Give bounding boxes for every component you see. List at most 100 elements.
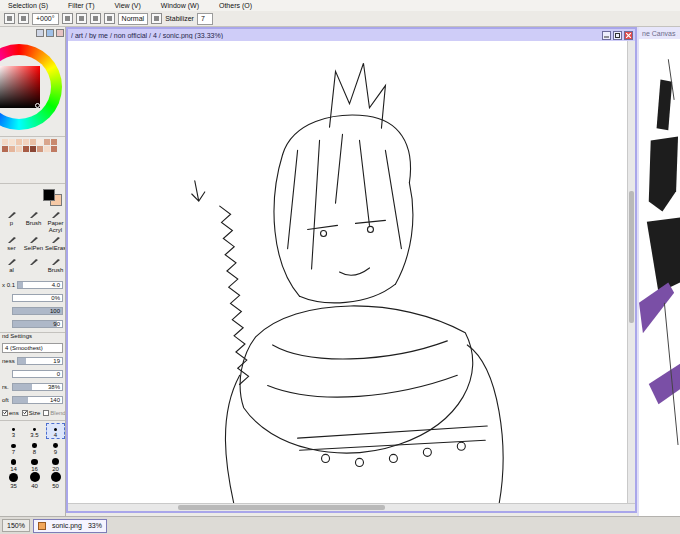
canvas[interactable] — [68, 41, 627, 503]
brush-size[interactable]: 4 — [46, 423, 65, 439]
wheel-tab-icon[interactable] — [36, 29, 44, 37]
swatch[interactable] — [30, 146, 36, 152]
foreground-color[interactable] — [43, 189, 55, 201]
brush-dot — [52, 458, 59, 465]
blend-mode-dropdown[interactable]: Normal — [118, 13, 149, 25]
slider[interactable]: 4.0 — [17, 281, 63, 289]
select-tool-button[interactable] — [4, 13, 15, 24]
tool-button[interactable]: PaperAcryl — [45, 210, 66, 233]
color-wheel[interactable] — [0, 44, 62, 130]
tool-button[interactable]: ser — [1, 235, 22, 255]
slider[interactable]: 90 — [12, 320, 63, 328]
rotation-field[interactable]: +000° — [32, 13, 59, 25]
brush-size[interactable]: 3.5 — [25, 423, 44, 439]
brush-size-label: 35 — [10, 483, 17, 489]
brush-size[interactable]: 40 — [25, 474, 44, 490]
swatch[interactable] — [2, 139, 8, 145]
maximize-button[interactable] — [613, 31, 622, 40]
brush-size[interactable]: 9 — [46, 440, 65, 456]
swatch[interactable] — [9, 139, 15, 145]
swatch[interactable] — [37, 146, 43, 152]
swatch[interactable] — [16, 146, 22, 152]
swatch[interactable] — [44, 146, 50, 152]
vertical-scrollbar[interactable] — [627, 41, 635, 503]
stabilizer-toggle[interactable] — [151, 13, 162, 24]
swatch[interactable] — [23, 139, 29, 145]
swatch[interactable] — [16, 139, 22, 145]
side-canvas-window: ne Canvas 1 — [637, 27, 680, 516]
minimize-button[interactable] — [602, 31, 611, 40]
horizontal-scrollbar[interactable] — [68, 503, 635, 511]
tool-button[interactable]: SelPen — [23, 235, 44, 255]
menu-item[interactable]: Others (O) — [219, 0, 252, 11]
toolbar: +000°NormalStabilizer7 — [0, 11, 680, 27]
canvas-titlebar[interactable]: / art / by me / non official / 4 / sonic… — [68, 29, 635, 41]
tool-button[interactable] — [23, 257, 44, 277]
menu-item[interactable]: Filter (T) — [68, 0, 94, 11]
menu-item[interactable]: Selection (S) — [8, 0, 48, 11]
brush-size[interactable]: 7 — [4, 440, 23, 456]
rotate-right-button[interactable] — [76, 13, 87, 24]
side-canvas[interactable] — [639, 39, 680, 516]
stabilizer-field[interactable]: 7 — [197, 13, 213, 25]
brush-icon — [51, 257, 61, 266]
menu-item[interactable]: Window (W) — [161, 0, 199, 11]
brush-size[interactable]: 8 — [25, 440, 44, 456]
brush-size[interactable]: 14 — [4, 457, 23, 473]
brush-size[interactable]: 35 — [4, 474, 23, 490]
rotate-right-icon — [78, 15, 85, 22]
swatch[interactable] — [51, 146, 57, 152]
tool-button[interactable]: al — [1, 257, 22, 277]
checkbox[interactable]: Size — [22, 410, 41, 416]
quality-dropdown[interactable]: 4 (Smoothest) — [2, 343, 63, 353]
flip-button[interactable] — [104, 13, 115, 24]
taskbar-zoom: 33% — [88, 522, 102, 529]
brush-size[interactable]: 16 — [25, 457, 44, 473]
slider[interactable]: 100 — [12, 307, 63, 315]
side-titlebar[interactable]: ne Canvas 1 — [639, 27, 680, 39]
brush-size[interactable]: 3 — [4, 423, 23, 439]
swatch[interactable] — [30, 139, 36, 145]
minimize-icon — [604, 33, 609, 38]
swatch[interactable] — [44, 139, 50, 145]
slider[interactable]: 0% — [12, 294, 63, 302]
brush-size[interactable]: 50 — [46, 474, 65, 490]
zoom-button[interactable] — [18, 13, 29, 24]
slider[interactable]: 140 — [12, 396, 63, 404]
tool-label: Paper — [47, 220, 63, 226]
tool-label: Brush — [26, 220, 42, 226]
saturation-square[interactable] — [0, 66, 40, 108]
scroll-thumb[interactable] — [629, 191, 634, 323]
swatch[interactable] — [37, 139, 43, 145]
slider[interactable]: 19 — [17, 357, 63, 365]
brush-dot — [12, 428, 15, 431]
close-button[interactable] — [624, 31, 633, 40]
reset-rotation-button[interactable] — [90, 13, 101, 24]
checkbox[interactable]: Blend — [43, 410, 65, 416]
brush-size[interactable]: 20 — [46, 457, 65, 473]
scroll-thumb[interactable] — [178, 505, 385, 510]
taskbar-item[interactable]: 150% — [2, 519, 30, 532]
swatch[interactable] — [51, 139, 57, 145]
taskbar-item[interactable]: sonic.png33% — [33, 519, 107, 533]
tool-button[interactable]: Brush — [45, 257, 66, 277]
stabilizer-icon — [153, 15, 160, 22]
checkbox-box — [43, 410, 49, 416]
rgb-tab-icon[interactable] — [46, 29, 54, 37]
checkbox[interactable]: ens — [2, 410, 19, 416]
canvas-window: / art / by me / non official / 4 / sonic… — [66, 27, 637, 513]
swatch-tab-icon[interactable] — [56, 29, 64, 37]
tool-button[interactable]: Brush — [23, 210, 44, 233]
swatch[interactable] — [9, 146, 15, 152]
slider[interactable]: 38% — [12, 383, 63, 391]
swatch[interactable] — [23, 146, 29, 152]
tool-button[interactable]: p — [1, 210, 22, 233]
swatch[interactable] — [2, 146, 8, 152]
tool-label: al — [9, 267, 14, 273]
color-marker[interactable] — [35, 103, 40, 108]
slider[interactable]: 0 — [12, 370, 63, 378]
tool-button[interactable]: SelEras — [45, 235, 66, 255]
workspace: pBrushPaperAcrylserSelPenSelErasalBrushx… — [0, 27, 680, 516]
menu-item[interactable]: View (V) — [115, 0, 141, 11]
rotate-left-button[interactable] — [62, 13, 73, 24]
